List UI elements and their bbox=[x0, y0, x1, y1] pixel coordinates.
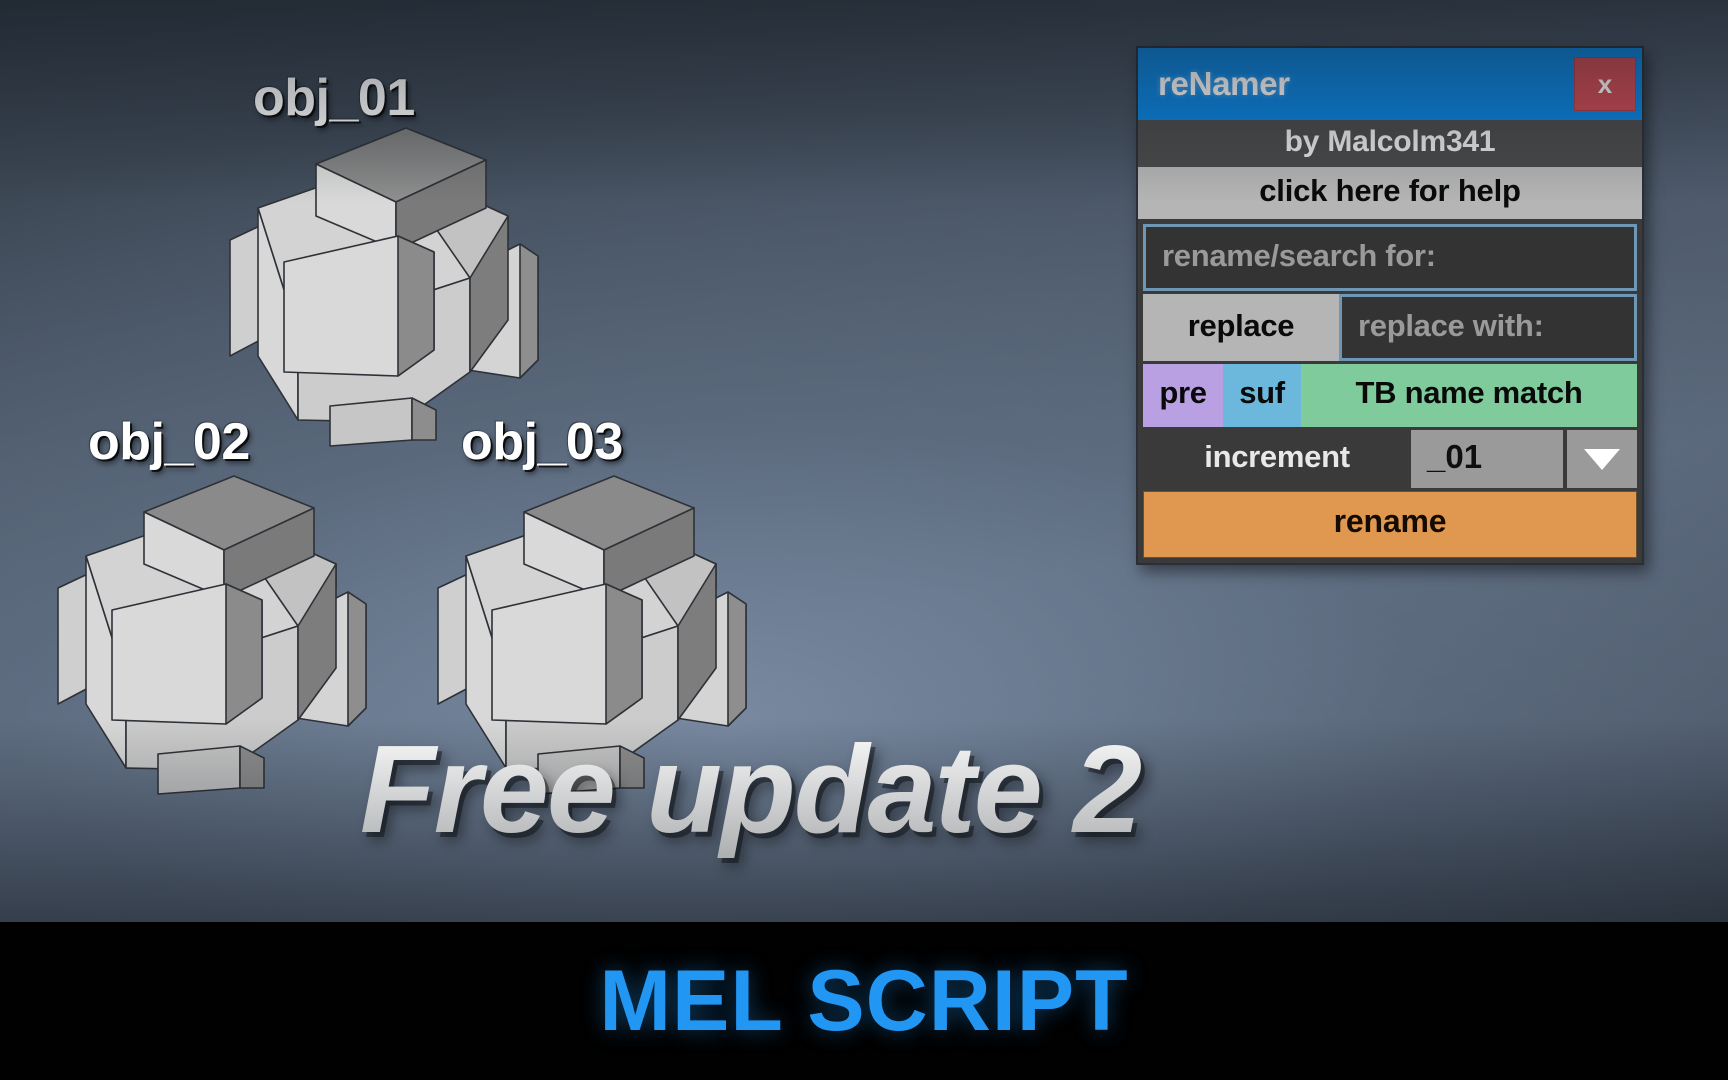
mesh-geometry bbox=[229, 127, 539, 447]
caret-shape bbox=[1584, 448, 1620, 470]
replace-row: replace replace with: bbox=[1138, 294, 1642, 361]
replace-button[interactable]: replace bbox=[1143, 294, 1339, 361]
search-input[interactable]: rename/search for: bbox=[1143, 224, 1637, 291]
banner-title: MEL SCRIPT bbox=[599, 952, 1129, 1049]
prefix-button[interactable]: pre bbox=[1143, 364, 1223, 427]
rename-button[interactable]: rename bbox=[1143, 491, 1637, 558]
renamer-title-bar[interactable]: reNamer x bbox=[1138, 48, 1642, 120]
bottom-banner: MEL SCRIPT bbox=[0, 922, 1728, 1080]
object-label-obj-02: obj_02 bbox=[88, 413, 250, 471]
object-label-obj-01: obj_01 bbox=[253, 69, 415, 127]
renamer-dialog[interactable]: reNamer x by Malcolm341 click here for h… bbox=[1136, 46, 1644, 565]
increment-value-input[interactable]: _01 bbox=[1411, 430, 1563, 488]
headline-text: Free update 2 bbox=[359, 721, 1142, 859]
mode-row: pre suf TB name match bbox=[1138, 361, 1642, 427]
help-button[interactable]: click here for help bbox=[1138, 167, 1642, 220]
3d-viewport[interactable]: obj_01 obj_02 obj_03 Free update 2 reNam… bbox=[0, 0, 1728, 922]
renamer-title: reNamer bbox=[1158, 65, 1290, 102]
author-credit: by Malcolm341 bbox=[1138, 120, 1642, 167]
object-label-obj-03: obj_03 bbox=[461, 413, 623, 471]
replace-with-input[interactable]: replace with: bbox=[1339, 294, 1637, 361]
tb-name-match-button[interactable]: TB name match bbox=[1301, 364, 1637, 427]
increment-row: increment _01 bbox=[1138, 427, 1642, 488]
chevron-down-icon[interactable] bbox=[1567, 430, 1637, 488]
close-icon[interactable]: x bbox=[1574, 57, 1636, 111]
suffix-button[interactable]: suf bbox=[1223, 364, 1301, 427]
screenshot-root: obj_01 obj_02 obj_03 Free update 2 reNam… bbox=[0, 0, 1728, 1080]
increment-label: increment bbox=[1204, 439, 1350, 474]
